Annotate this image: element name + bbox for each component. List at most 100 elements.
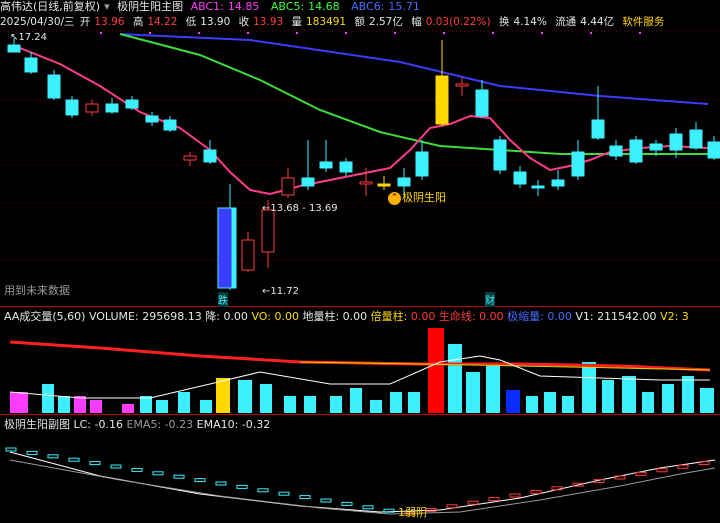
lc-bar [551, 486, 563, 491]
v2-label: V2: [660, 310, 679, 323]
low-marker: ←11.72 [262, 286, 300, 297]
volume-bar [562, 396, 574, 413]
candle-body [217, 207, 233, 289]
lc-bar [635, 471, 647, 476]
ema5-label: EMA5: [126, 418, 162, 431]
volume-bar [178, 392, 190, 413]
ema10-value: -0.32 [241, 418, 271, 431]
candle-body [649, 143, 663, 151]
lc-bar [677, 464, 689, 469]
candle-body [261, 209, 275, 253]
candle-body [707, 141, 720, 159]
ema5-value: -0.23 [164, 418, 194, 431]
ma-green-line [119, 33, 708, 155]
vo-value: 0.00 [274, 310, 299, 323]
candle-body [435, 75, 449, 125]
signal-label: 极阴生阳 [402, 191, 446, 204]
header-dot [198, 32, 200, 34]
future-data-note: 用到未来数据 [4, 284, 70, 297]
candle-body [163, 119, 177, 131]
lc-bar [5, 447, 17, 452]
candle-body [689, 129, 703, 149]
lc-bar [698, 461, 710, 466]
jisuoliang-readout: 极缩量: 0.00 [507, 310, 572, 323]
volume-bar [238, 380, 252, 413]
moving-averages [19, 33, 709, 196]
volume-bar [602, 380, 614, 413]
lc-bar [383, 508, 395, 513]
volume-bar [330, 396, 342, 413]
ema-line [9, 451, 716, 513]
lc-bar [89, 461, 101, 466]
jisuoliang-value: 0.00 [547, 310, 572, 323]
volume-bar [10, 392, 28, 413]
panel-divider-1 [0, 306, 720, 307]
volume-bar [466, 372, 480, 413]
lc-bar [278, 491, 290, 496]
candle-body [145, 115, 159, 123]
ma-blue-line [119, 33, 709, 105]
volume-bar [122, 404, 134, 413]
volume-bar [486, 366, 500, 413]
shengming-readout: 生命线: 0.00 [439, 310, 504, 323]
candle-body [7, 44, 21, 53]
lc-bar [341, 501, 353, 506]
volume-value: 295698.13 [142, 310, 202, 323]
lc-bar [467, 500, 479, 505]
panel-divider-2 [0, 414, 720, 415]
candle-body [281, 177, 295, 196]
volume-bar [448, 344, 462, 413]
candle-body [47, 74, 61, 99]
volume-bar [370, 400, 382, 413]
v2-readout: V2: 3 [660, 310, 689, 323]
candle-body [609, 145, 623, 157]
ema10-readout: EMA10: -0.32 [197, 418, 271, 431]
candle-body [551, 179, 565, 187]
header-dot [590, 32, 592, 34]
volume-bar [682, 376, 694, 413]
ema5-readout: EMA5: -0.23 [126, 418, 193, 431]
candle-body [319, 161, 333, 169]
candle-body [241, 239, 255, 271]
lc-bar [446, 504, 458, 509]
diliang-label: 地量柱: [302, 310, 340, 323]
lc-bar [656, 468, 668, 473]
volume-red-line [9, 340, 711, 372]
header-dot [100, 32, 102, 34]
volume-bar [622, 376, 636, 413]
vo-readout: VO: 0.00 [251, 310, 299, 323]
volume-bar [642, 392, 654, 413]
lc-bar [509, 493, 521, 498]
candle-body [203, 149, 217, 163]
chart-canvas[interactable] [0, 0, 720, 523]
volume-bar [390, 392, 402, 413]
lc-bar [110, 464, 122, 469]
lc-bar [26, 450, 38, 455]
lc-value: -0.16 [94, 418, 123, 431]
candle-body [513, 171, 527, 185]
jiang-label: 降: [205, 310, 220, 323]
candle-body [105, 103, 119, 113]
mid-marker-value: 13.68 - 13.69 [270, 203, 338, 214]
tag-die: 跌 [218, 292, 228, 307]
lc-bar [530, 489, 542, 494]
lc-bar [299, 495, 311, 500]
volume-bar [42, 384, 54, 413]
volume-readout: VOLUME: 295698.13 [89, 310, 202, 323]
shengming-value: 0.00 [479, 310, 504, 323]
beiliang-value: 0.00 [410, 310, 436, 323]
candle-body [339, 161, 353, 173]
volume-bar [156, 400, 168, 413]
header-dot [492, 32, 494, 34]
mid-marker: ←13.68 - 13.69 [262, 203, 338, 214]
lc-bar [215, 481, 227, 486]
candle-body [475, 89, 489, 117]
candle-body [629, 139, 643, 163]
volume-title[interactable]: AA成交量(5,60) [4, 310, 85, 323]
candle-body [377, 183, 391, 187]
candle-body [669, 133, 683, 151]
high-marker-value: 17.24 [18, 32, 48, 43]
candle-body [85, 103, 99, 113]
candle-body [571, 151, 585, 177]
sub-title[interactable]: 极阴生阳副图 [4, 418, 70, 431]
